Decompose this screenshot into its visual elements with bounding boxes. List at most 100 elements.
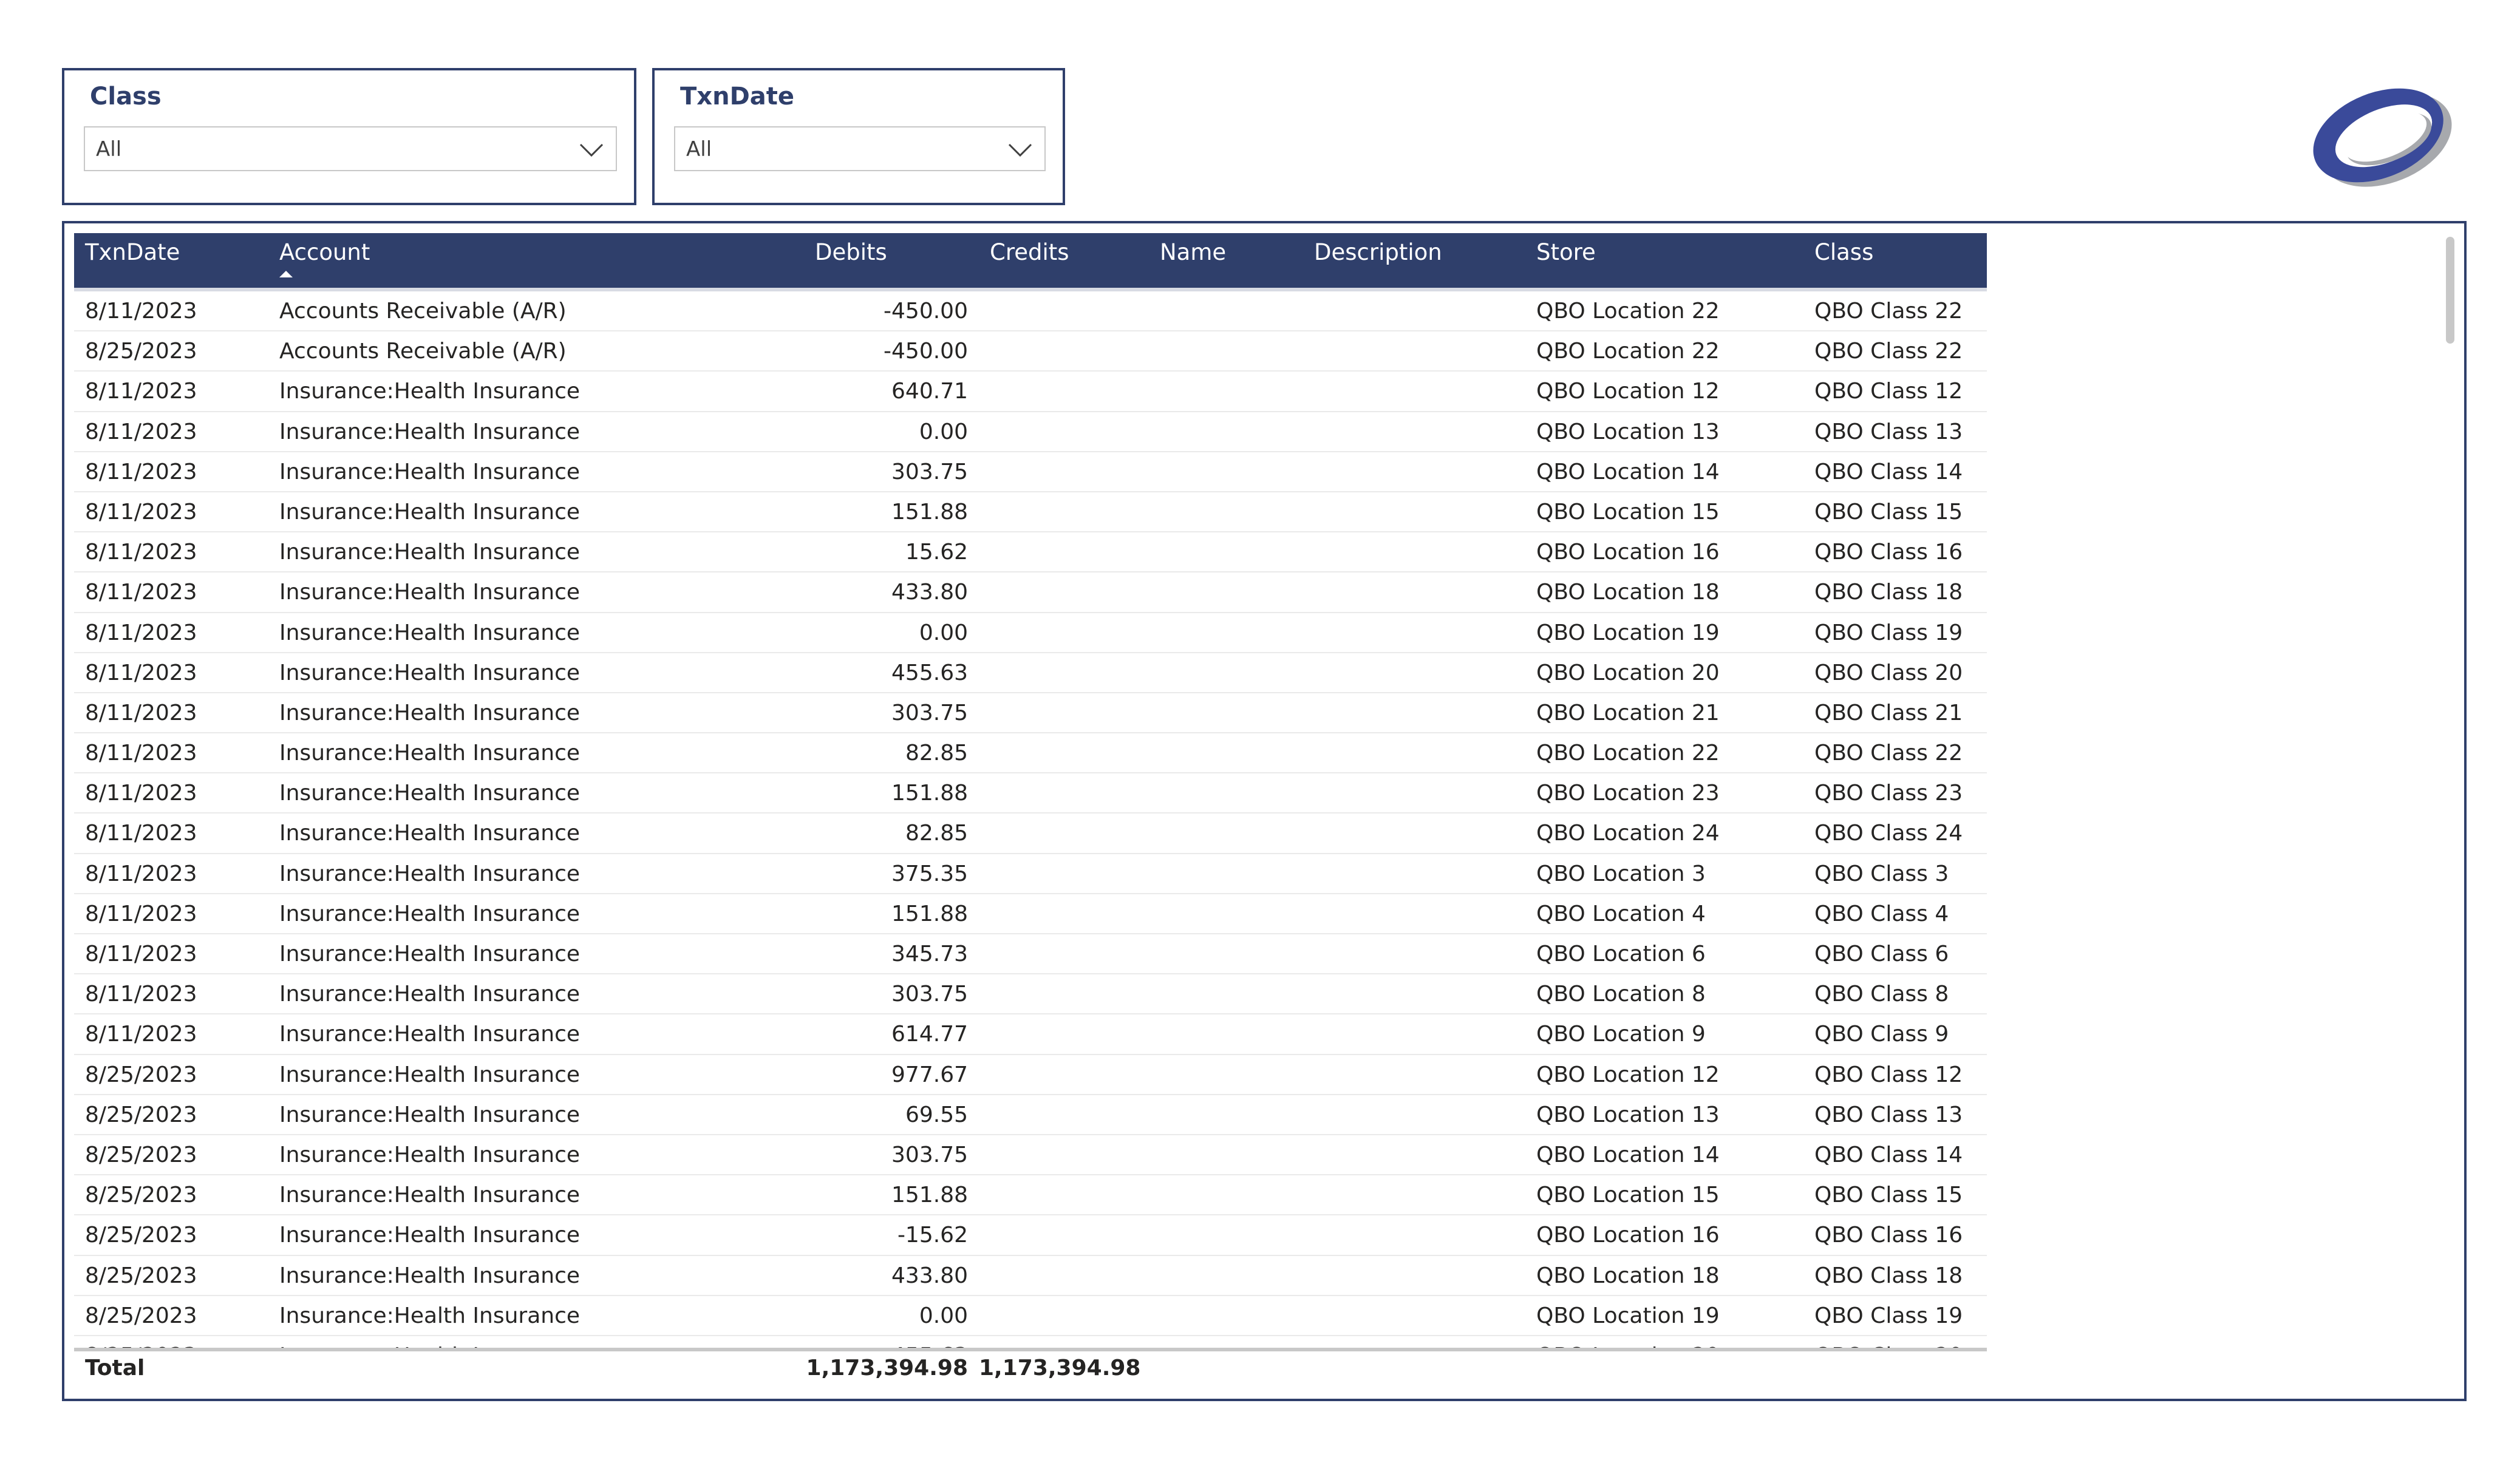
cell-account: Insurance:Health Insurance — [279, 1263, 581, 1288]
table-row[interactable]: 8/25/2023 Insurance:Health Insurance 977.6… — [74, 1055, 1987, 1095]
cell-store: QBO Location 16 — [1536, 1223, 1720, 1248]
txndate-slicer-title: TxnDate — [680, 83, 795, 110]
txndate-slicer: TxnDate All — [652, 68, 1065, 205]
vertical-scrollbar[interactable] — [2446, 233, 2457, 1393]
cell-txndate: 8/11/2023 — [85, 861, 197, 886]
cell-class: QBO Class 19 — [1814, 620, 1963, 645]
cell-class: QBO Class 13 — [1814, 419, 1963, 444]
cell-account: Insurance:Health Insurance — [279, 821, 581, 846]
column-header-txndate[interactable]: TxnDate — [74, 233, 268, 288]
table-row[interactable]: 8/11/2023 Insurance:Health Insurance 303.7… — [74, 452, 1987, 492]
cell-debits: -15.62 — [897, 1223, 968, 1248]
cell-account: Insurance:Health Insurance — [279, 1223, 581, 1248]
column-header-description[interactable]: Description — [1303, 233, 1525, 288]
cell-class: QBO Class 12 — [1814, 379, 1963, 404]
table-row[interactable]: 8/25/2023 Insurance:Health Insurance 151.8… — [74, 1175, 1987, 1216]
table-row[interactable]: 8/25/2023Insurance:Health Insurance455.6… — [74, 1336, 1987, 1348]
table-row[interactable]: 8/25/2023 Insurance:Health Insurance 69.55… — [74, 1095, 1987, 1135]
chevron-down-icon — [1008, 143, 1032, 157]
cell-class: QBO Class 21 — [1814, 700, 1963, 725]
column-header-debits[interactable]: Debits — [736, 233, 979, 288]
table-row[interactable]: 8/11/2023 Insurance:Health Insurance 0.00 Q… — [74, 613, 1987, 653]
cell-store: QBO Location 20 — [1536, 660, 1720, 685]
cell-store: QBO Location 23 — [1536, 781, 1720, 806]
cell-store: QBO Location 4 — [1536, 901, 1706, 926]
table-row[interactable]: 8/11/2023 Insurance:Health Insurance 15.62… — [74, 532, 1987, 573]
column-header-account[interactable]: Account — [268, 233, 736, 288]
column-header-store[interactable]: Store — [1525, 233, 1803, 288]
cell-store: QBO Location 24 — [1536, 821, 1720, 846]
cell-account: Insurance:Health Insurance — [279, 580, 581, 605]
table-row[interactable]: 8/11/2023 Accounts Receivable (A/R) -450.0… — [74, 291, 1987, 332]
cell-class: QBO Class 15 — [1814, 1183, 1963, 1208]
class-dropdown[interactable]: All — [84, 126, 617, 171]
table-row[interactable]: 8/25/2023 Accounts Receivable (A/R) -450.0… — [74, 331, 1987, 372]
cell-debits: 433.80 — [891, 1263, 968, 1288]
table-row[interactable]: 8/11/2023 Insurance:Health Insurance 375.3… — [74, 854, 1987, 894]
transactions-table: TxnDate Account Debits Credits Name Desc… — [74, 233, 1987, 1398]
cell-debits: 640.71 — [891, 379, 968, 404]
table-row[interactable]: 8/11/2023 Insurance:Health Insurance 455.6… — [74, 653, 1987, 693]
cell-debits: 151.88 — [891, 781, 968, 806]
table-row[interactable]: 8/11/2023 Insurance:Health Insurance 303.7… — [74, 974, 1987, 1015]
table-row[interactable]: 8/11/2023 Insurance:Health Insurance 345.7… — [74, 934, 1987, 975]
cell-class: QBO Class 16 — [1814, 540, 1963, 565]
cell-store: QBO Location 13 — [1536, 419, 1720, 444]
cell-class: QBO Class 8 — [1814, 982, 1949, 1007]
cell-txndate: 8/11/2023 — [85, 700, 197, 725]
cell-txndate: 8/25/2023 — [85, 339, 197, 364]
cell-debits: 303.75 — [891, 700, 968, 725]
cell-account: Insurance:Health Insurance — [279, 1102, 581, 1127]
sort-ascending-icon — [279, 271, 293, 277]
table-row[interactable]: 8/25/2023 Insurance:Health Insurance -15.6… — [74, 1215, 1987, 1256]
cell-account: Insurance:Health Insurance — [279, 901, 581, 926]
cell-account: Insurance:Health Insurance — [279, 781, 581, 806]
cell-store: QBO Location 13 — [1536, 1102, 1720, 1127]
cell-txndate: 8/25/2023 — [85, 1303, 197, 1328]
cell-txndate: 8/11/2023 — [85, 942, 197, 966]
cell-txndate: 8/11/2023 — [85, 1022, 197, 1047]
cell-account: Insurance:Health Insurance — [279, 942, 581, 966]
class-slicer: Class All — [62, 68, 636, 205]
cell-txndate: 8/25/2023 — [85, 1223, 197, 1248]
cell-class: QBO Class 3 — [1814, 861, 1949, 886]
cell-txndate: 8/25/2023 — [85, 1062, 197, 1087]
column-header-class[interactable]: Class — [1803, 233, 1987, 288]
table-row[interactable]: 8/11/2023 Insurance:Health Insurance 0.00 Q… — [74, 412, 1987, 452]
table-row[interactable]: 8/11/2023 Insurance:Health Insurance 614.7… — [74, 1014, 1987, 1055]
cell-debits: 303.75 — [891, 1142, 968, 1167]
table-row[interactable]: 8/11/2023 Insurance:Health Insurance 151.8… — [74, 492, 1987, 533]
total-debits: 1,173,394.98 — [806, 1356, 968, 1381]
table-row[interactable]: 8/11/2023 Insurance:Health Insurance 82.85… — [74, 733, 1987, 774]
class-dropdown-value: All — [96, 137, 122, 161]
table-body[interactable]: 8/11/2023 Accounts Receivable (A/R) -450.0… — [74, 291, 1987, 1348]
table-row[interactable]: 8/11/2023 Insurance:Health Insurance 82.85… — [74, 813, 1987, 854]
column-header-credits[interactable]: Credits — [979, 233, 1149, 288]
cell-txndate: 8/11/2023 — [85, 781, 197, 806]
cell-store: QBO Location 15 — [1536, 1183, 1720, 1208]
cell-account: Insurance:Health Insurance — [279, 1183, 581, 1208]
cell-class: QBO Class 14 — [1814, 459, 1963, 484]
txndate-dropdown[interactable]: All — [674, 126, 1046, 171]
scrollbar-thumb[interactable] — [2446, 237, 2454, 344]
cell-txndate: 8/11/2023 — [85, 620, 197, 645]
table-row[interactable]: 8/25/2023 Insurance:Health Insurance 303.7… — [74, 1135, 1987, 1176]
table-row[interactable]: 8/25/2023 Insurance:Health Insurance 0.00 Q… — [74, 1296, 1987, 1336]
table-total-row: Total 1,173,394.98 1,173,394.98 — [74, 1351, 1987, 1395]
cell-store: QBO Location 12 — [1536, 1062, 1720, 1087]
table-row[interactable]: 8/11/2023 Insurance:Health Insurance 640.7… — [74, 372, 1987, 412]
cell-store: QBO Location 18 — [1536, 1263, 1720, 1288]
total-label: Total — [85, 1356, 145, 1381]
column-header-name[interactable]: Name — [1149, 233, 1303, 288]
cell-account: Insurance:Health Insurance — [279, 620, 581, 645]
cell-account: Insurance:Health Insurance — [279, 700, 581, 725]
cell-debits: 455.63 — [736, 1336, 979, 1348]
table-row[interactable]: 8/11/2023 Insurance:Health Insurance 151.8… — [74, 773, 1987, 814]
table-row[interactable]: 8/11/2023 Insurance:Health Insurance 433.8… — [74, 572, 1987, 613]
cell-account: Insurance:Health Insurance — [279, 861, 581, 886]
table-row[interactable]: 8/25/2023 Insurance:Health Insurance 433.8… — [74, 1255, 1987, 1296]
table-row[interactable]: 8/11/2023 Insurance:Health Insurance 303.7… — [74, 693, 1987, 734]
table-row[interactable]: 8/11/2023 Insurance:Health Insurance 151.8… — [74, 894, 1987, 934]
cell-debits: 977.67 — [891, 1062, 968, 1087]
cell-class: QBO Class 20 — [1814, 660, 1963, 685]
